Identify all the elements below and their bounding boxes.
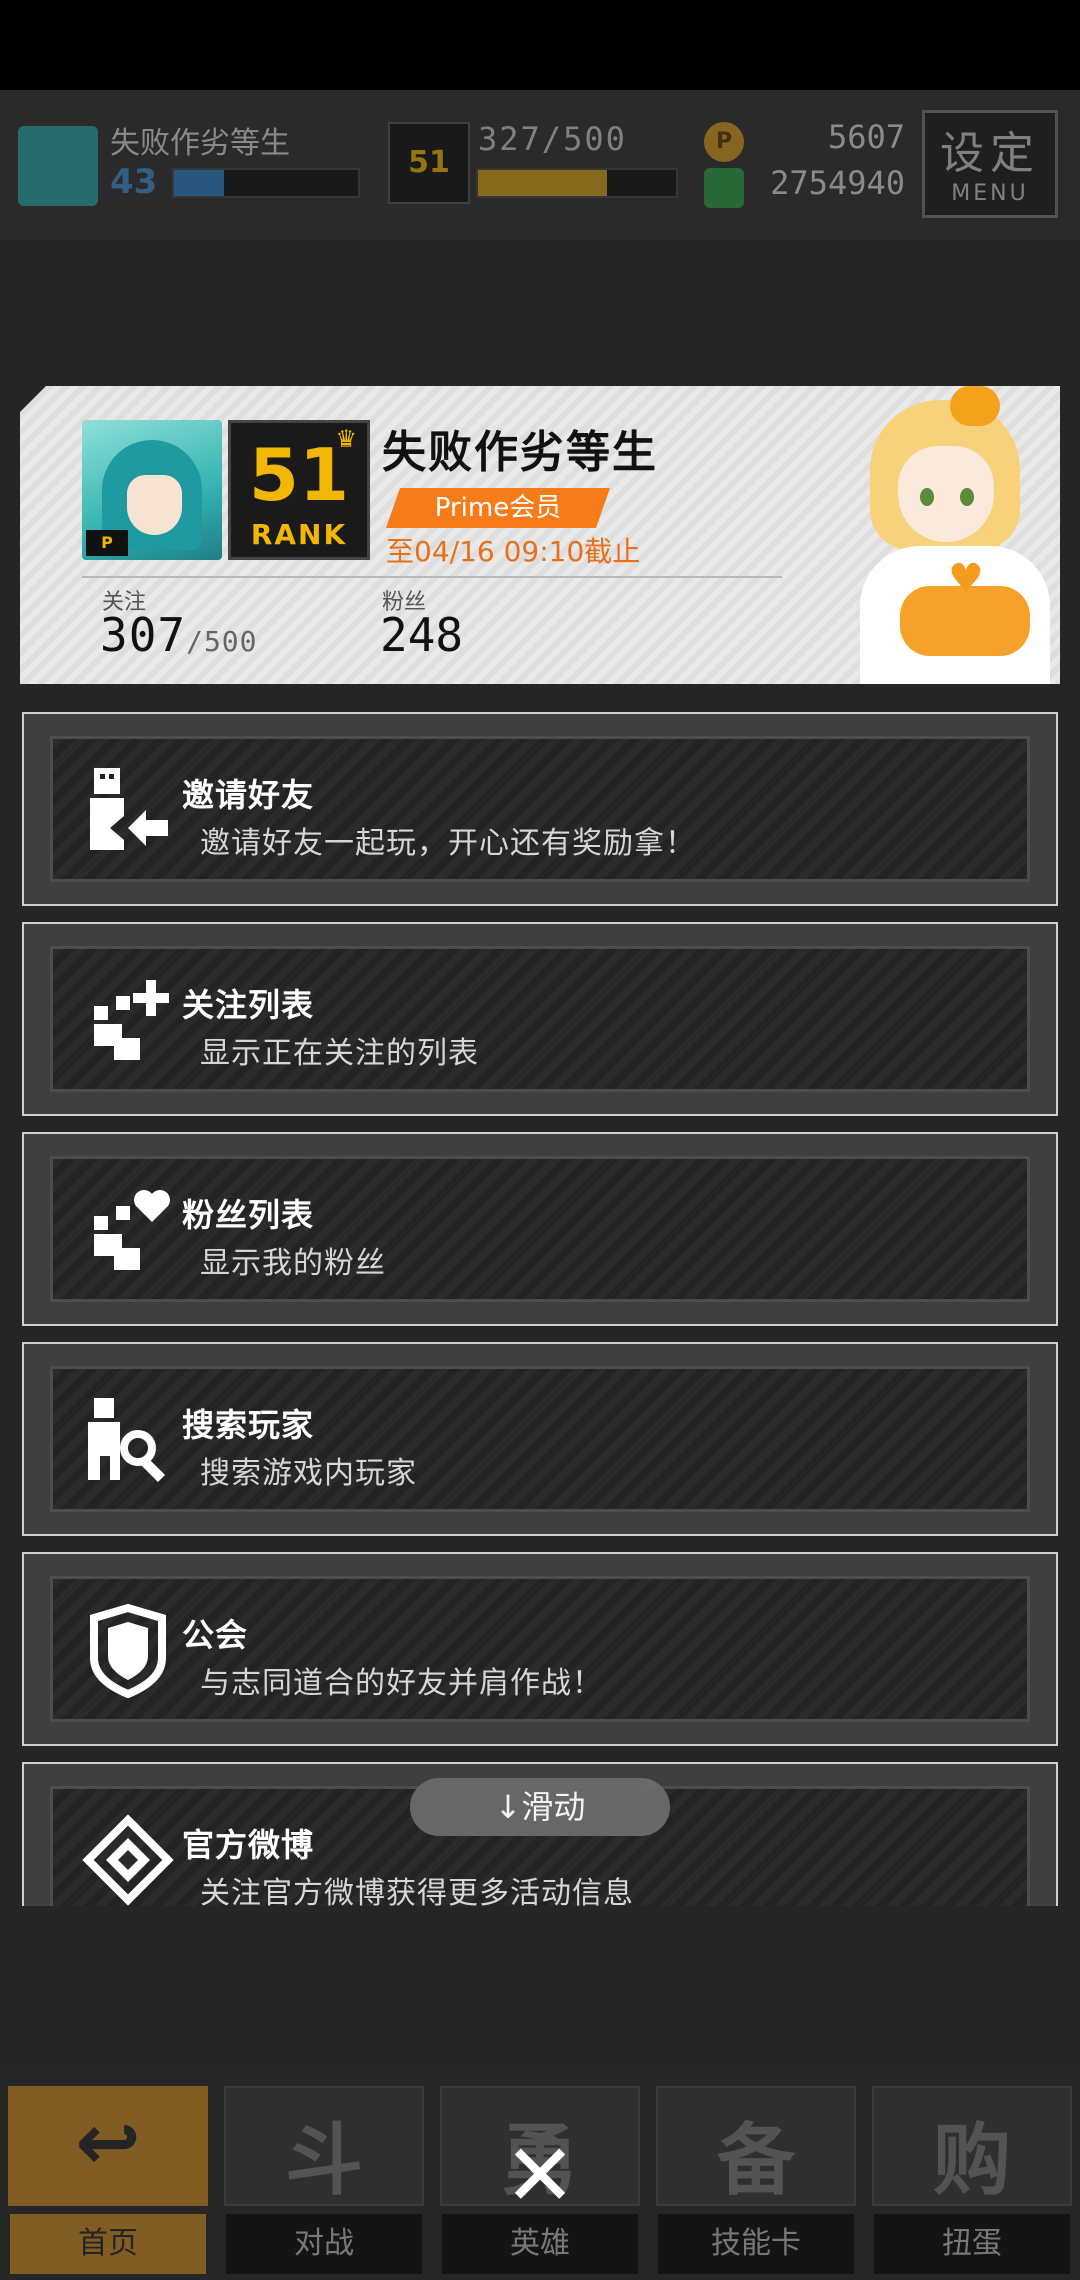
item-title: 关注列表 xyxy=(182,986,315,1024)
status-bar xyxy=(0,0,1080,90)
hud-player-name: 失败作劣等生 xyxy=(110,126,290,161)
follow-list-icon xyxy=(94,980,169,1060)
avatar-tag: P xyxy=(86,530,128,556)
item-title: 官方微博 xyxy=(182,1826,315,1864)
nav-skill-card[interactable]: 备 技能卡 xyxy=(648,2078,864,2278)
item-desc: 与志同道合的好友并肩作战！ xyxy=(200,1666,603,1701)
profile-avatar[interactable]: P xyxy=(82,420,222,560)
close-button[interactable]: ✕ xyxy=(496,2132,584,2220)
top-hud: 失败作劣等生 43 51 327/500 P 5607 2754940 设定 M… xyxy=(0,90,1080,240)
settings-label: 设定 xyxy=(940,128,1040,179)
menu-label: MENU xyxy=(951,181,1029,206)
item-desc: 关注官方微博获得更多活动信息 xyxy=(200,1876,634,1906)
invite-friend-icon xyxy=(90,768,168,850)
nav-label: 技能卡 xyxy=(658,2214,854,2274)
item-title: 粉丝列表 xyxy=(182,1196,315,1234)
fans-list-icon xyxy=(94,1190,170,1270)
guild-item[interactable]: 公会 与志同道合的好友并肩作战！ xyxy=(22,1552,1058,1746)
profile-card: P ♛ 51 RANK 失败作劣等生 Prime会员 至04/16 09:10截… xyxy=(20,386,1060,684)
follow-value: 307 xyxy=(100,608,187,662)
nav-gacha[interactable]: 购 扭蛋 xyxy=(864,2078,1080,2278)
nav-label: 对战 xyxy=(226,2214,422,2274)
nav-label: 扭蛋 xyxy=(874,2214,1070,2274)
item-desc: 显示我的粉丝 xyxy=(200,1246,386,1281)
hud-coins: 5607 xyxy=(827,118,905,156)
item-desc: 邀请好友一起玩，开心还有奖励拿！ xyxy=(200,826,696,861)
avatar-face xyxy=(127,475,182,535)
item-desc: 搜索游戏内玩家 xyxy=(200,1456,417,1491)
rank-number: 51 xyxy=(248,433,350,517)
level-progress-fill xyxy=(174,170,224,196)
prime-expiry: 至04/16 09:10截止 xyxy=(386,535,641,568)
search-player-item[interactable]: 搜索玩家 搜索游戏内玩家 xyxy=(22,1342,1058,1536)
follow-list-item[interactable]: 关注列表 显示正在关注的列表 xyxy=(22,922,1058,1116)
hud-level: 43 xyxy=(110,162,158,202)
weibo-icon xyxy=(82,1814,174,1906)
item-title: 公会 xyxy=(182,1616,249,1654)
settings-menu-button[interactable]: 设定 MENU xyxy=(922,110,1058,218)
fans-count: 248 xyxy=(380,608,464,662)
level-progress-bar xyxy=(172,168,360,198)
follow-count: 307/500 xyxy=(100,608,258,662)
item-desc: 显示正在关注的列表 xyxy=(200,1036,479,1071)
card-icon: 备 xyxy=(716,2116,795,2206)
gacha-icon: 购 xyxy=(932,2116,1011,2206)
hud-rank-badge: 51 xyxy=(388,122,470,204)
hud-rank-points: 327/500 xyxy=(478,120,627,158)
profile-divider xyxy=(82,576,782,578)
social-menu-list[interactable]: 邀请好友 邀请好友一起玩，开心还有奖励拿！ 关注列表 显示正在关注的列表 粉丝列… xyxy=(0,700,1080,1906)
invite-friends-item[interactable]: 邀请好友 邀请好友一起玩，开心还有奖励拿！ xyxy=(22,712,1058,906)
mascot-face xyxy=(898,446,994,542)
rank-label: RANK xyxy=(250,518,348,551)
hud-gems: 2754940 xyxy=(770,164,905,202)
follow-max: /500 xyxy=(186,625,258,658)
mascot-bun xyxy=(950,386,1000,426)
rank-progress-bar xyxy=(476,168,678,198)
item-title: 邀请好友 xyxy=(182,776,315,814)
gem-icon xyxy=(704,168,744,208)
rank-progress-fill xyxy=(478,170,607,196)
nav-home[interactable]: ↩ 首页 xyxy=(0,2078,216,2278)
fans-list-item[interactable]: 粉丝列表 显示我的粉丝 xyxy=(22,1132,1058,1326)
home-icon: ↩ xyxy=(75,2098,141,2188)
gamepad-icon: 斗 xyxy=(284,2116,363,2206)
mascot-eye-right xyxy=(960,488,974,506)
search-player-icon xyxy=(88,1398,166,1483)
scroll-hint: ↓滑动 xyxy=(410,1778,670,1836)
mascot-illustration: ♥ xyxy=(800,386,1060,684)
nav-battle[interactable]: 斗 对战 xyxy=(216,2078,432,2278)
rank-badge: ♛ 51 RANK xyxy=(228,420,370,560)
profile-name: 失败作劣等生 xyxy=(382,427,658,478)
heart-icon: ♥ xyxy=(948,556,984,602)
coin-icon: P xyxy=(704,122,744,162)
player-avatar[interactable] xyxy=(18,126,98,206)
nav-label: 首页 xyxy=(10,2214,206,2274)
prime-member-badge: Prime会员 xyxy=(386,488,610,528)
item-title: 搜索玩家 xyxy=(182,1406,315,1444)
guild-shield-icon xyxy=(90,1603,166,1698)
mascot-eye-left xyxy=(920,488,934,506)
